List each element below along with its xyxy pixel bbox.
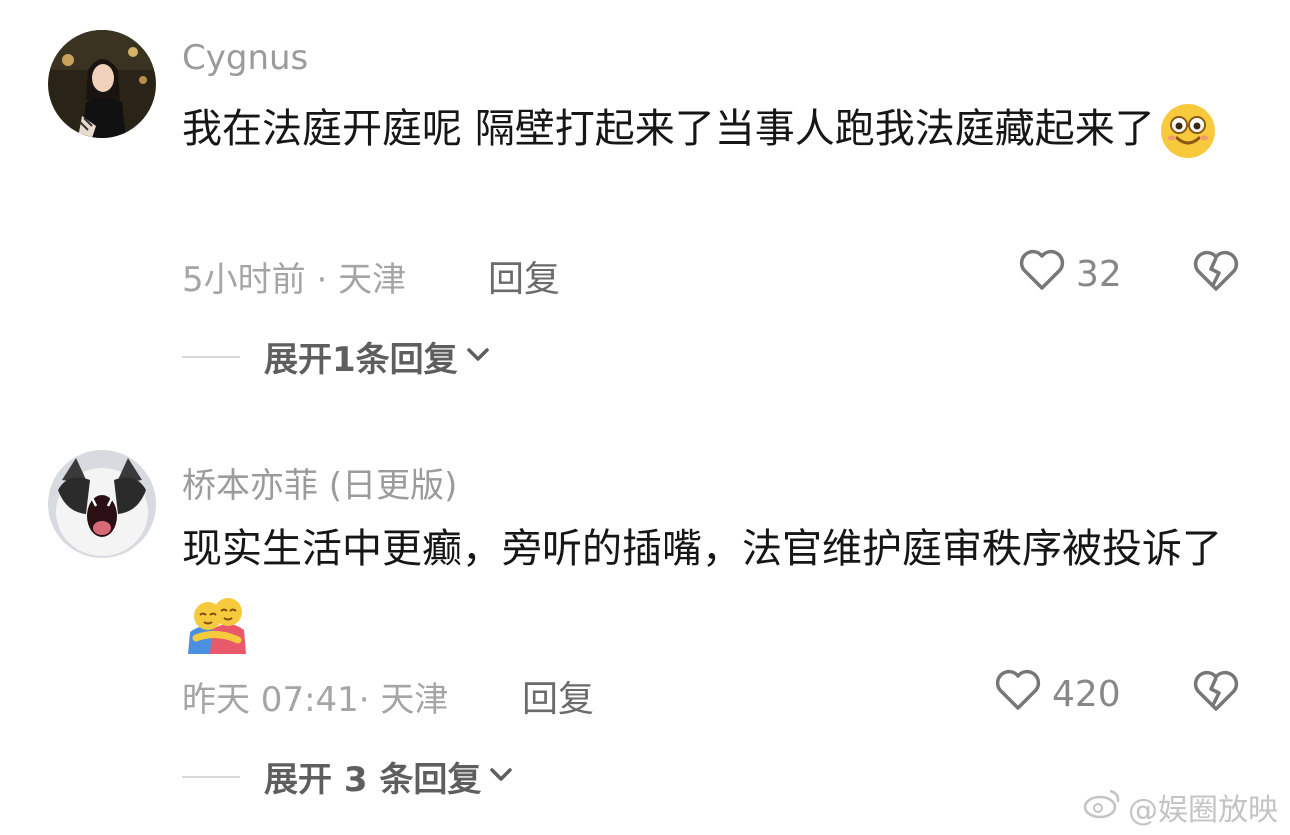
username[interactable]: Cygnus	[182, 38, 308, 78]
like-count: 32	[1076, 254, 1122, 295]
timestamp: 5小时前	[182, 260, 306, 300]
meta-separator: ·	[358, 680, 381, 720]
comment-body: 现实生活中更癫，旁听的插嘴，法官维护庭审秩序被投诉了	[182, 526, 1222, 572]
location: 天津	[338, 260, 407, 300]
comment-meta: 5小时前 · 天津	[182, 252, 406, 301]
dislike-button[interactable]	[1192, 669, 1240, 717]
avatar[interactable]	[48, 30, 156, 138]
hugging-people-emoji	[186, 596, 246, 654]
username[interactable]: 桥本亦菲 (日更版)	[182, 458, 457, 507]
watermark-text: @娱圈放映	[1128, 793, 1278, 828]
reply-button[interactable]: 回复	[522, 670, 594, 722]
comment-meta: 昨天 07:41· 天津	[182, 672, 448, 721]
like-button[interactable]: 32	[1018, 248, 1122, 301]
broken-heart-icon	[1192, 670, 1240, 717]
avatar[interactable]	[48, 450, 156, 558]
expand-replies-label: 展开1条回复	[264, 340, 458, 380]
expand-replies-label: 展开 3 条回复	[264, 760, 482, 800]
divider-line	[182, 775, 240, 778]
dislike-button[interactable]	[1192, 249, 1240, 297]
reply-button[interactable]: 回复	[488, 250, 560, 302]
broken-heart-icon	[1192, 250, 1240, 297]
watermark: @娱圈放映	[1082, 785, 1278, 829]
like-button[interactable]: 420	[994, 668, 1121, 721]
expand-replies[interactable]: 展开 3 条回复	[182, 752, 513, 801]
comment-text: 现实生活中更癫，旁听的插嘴，法官维护庭审秩序被投诉了	[182, 512, 1242, 660]
chevron-down-icon	[489, 767, 513, 787]
expand-replies[interactable]: 展开1条回复	[182, 332, 490, 381]
comment-text: 我在法庭开庭呢 隔壁打起来了当事人跑我法庭藏起来了	[182, 92, 1242, 166]
heart-icon	[994, 668, 1042, 721]
meta-separator: ·	[305, 260, 339, 300]
like-count: 420	[1052, 674, 1121, 715]
location: 天津	[380, 680, 449, 720]
divider-line	[182, 355, 240, 358]
chevron-down-icon	[466, 347, 490, 367]
comment-body: 我在法庭开庭呢 隔壁打起来了当事人跑我法庭藏起来了	[182, 106, 1155, 152]
timestamp: 昨天 07:41	[182, 680, 359, 720]
weibo-logo-icon	[1082, 787, 1122, 827]
grinning-face-emoji	[1159, 102, 1217, 160]
heart-icon	[1018, 248, 1066, 301]
